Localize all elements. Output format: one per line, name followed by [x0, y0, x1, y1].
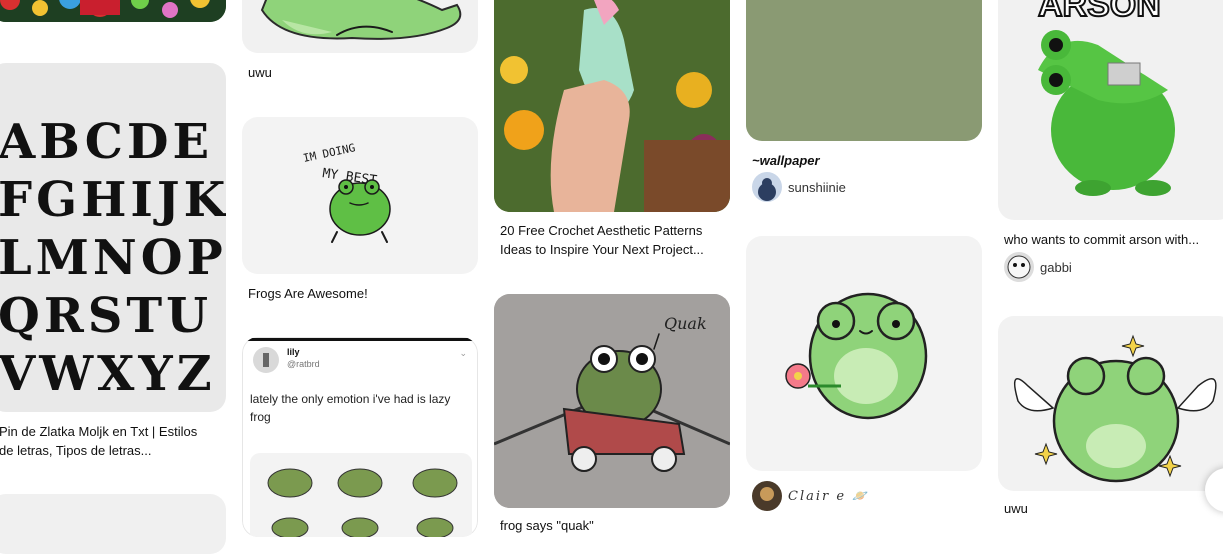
- pin-image-bottom-col1[interactable]: [0, 494, 226, 554]
- alphabet-row: QRSTU: [0, 288, 212, 344]
- planet-icon: 🪐: [852, 488, 869, 503]
- avatar: [752, 172, 782, 202]
- pin-image-quak[interactable]: Quak: [494, 294, 730, 508]
- pin-image-arson[interactable]: ARSON: [998, 0, 1223, 220]
- alphabet-row: LMNOP: [0, 230, 226, 286]
- pin-image-christmas[interactable]: [0, 0, 226, 22]
- pin-title-line: 20 Free Crochet Aesthetic Patterns: [500, 223, 703, 238]
- pin-image-font-alphabet[interactable]: ABCDE FGHIJK LMNOP QRSTU VWXYZ: [0, 63, 226, 412]
- flower-frog-illustration: [785, 292, 928, 420]
- pin-title-frogs-awesome[interactable]: Frogs Are Awesome!: [248, 284, 368, 303]
- pin-title-arson[interactable]: who wants to commit arson with...: [1004, 230, 1199, 249]
- tweet-display-name: lily: [287, 347, 300, 357]
- tweet-frog-image: [250, 453, 472, 537]
- tweet-top-bar: [243, 338, 477, 341]
- pin-image-wallpaper[interactable]: [746, 0, 982, 141]
- christmas-lights-image: [0, 0, 226, 22]
- pin-image-frogs-awesome[interactable]: IM DOING MY BEST: [242, 117, 478, 274]
- tweet-text: lately the only emotion i've had is lazy…: [250, 392, 451, 424]
- pin-image-flower-frog[interactable]: [746, 236, 982, 471]
- avatar: [752, 481, 782, 511]
- pin-title-line: Ideas to Inspire Your Next Project...: [500, 242, 704, 257]
- pin-title-wallpaper[interactable]: ~wallpaper: [752, 151, 820, 170]
- pin-title-crochet[interactable]: 20 Free Crochet Aesthetic Patterns Ideas…: [500, 221, 732, 259]
- alphabet-letters: ABCDE FGHIJK LMNOP QRSTU VWXYZ: [0, 113, 226, 403]
- pin-image-tweet[interactable]: lily @ratbrd ⌄ lately the only emotion i…: [242, 337, 478, 537]
- pin-image-angel-frog[interactable]: [998, 316, 1223, 491]
- creator-sunshiinie[interactable]: sunshiinie: [752, 172, 846, 202]
- creator-claire[interactable]: Clair e 🪐: [752, 481, 868, 511]
- art-text: ARSON: [1038, 0, 1161, 24]
- creator-gabbi[interactable]: gabbi: [1004, 252, 1072, 282]
- pin-title-line: Pin de Zlatka Moljk en Txt | Estilos: [0, 424, 198, 439]
- art-text: Quak: [664, 314, 707, 333]
- frog-lying-illustration: [260, 0, 462, 40]
- pin-title-angel-frog[interactable]: uwu: [1004, 499, 1028, 518]
- alphabet-row: ABCDE: [0, 114, 214, 170]
- creator-name: gabbi: [1040, 259, 1072, 275]
- pin-title-line: de letras, Tipos de letras...: [0, 443, 152, 458]
- pin-image-frog-lying[interactable]: [242, 0, 478, 53]
- frog-doing-best-illustration: IM DOING MY BEST: [302, 141, 391, 243]
- crochet-photo: [494, 0, 730, 212]
- tweet-handle: @ratbrd: [287, 359, 320, 369]
- frog-in-car-illustration: Quak: [494, 294, 730, 508]
- tweet-card: lily @ratbrd ⌄ lately the only emotion i…: [242, 337, 478, 537]
- chevron-down-icon: ⌄: [459, 348, 467, 358]
- tweet-avatar: [253, 347, 279, 373]
- art-text: IM DOING: [302, 141, 357, 165]
- alphabet-row: VWXYZ: [0, 346, 216, 402]
- creator-name: sunshiinie: [788, 179, 846, 195]
- alphabet-row: FGHIJK: [0, 172, 226, 228]
- pin-title-font[interactable]: Pin de Zlatka Moljk en Txt | Estilos de …: [0, 422, 231, 460]
- angel-frog-illustration: [1013, 334, 1217, 483]
- pin-title-uwu[interactable]: uwu: [248, 63, 272, 82]
- avatar: [1004, 252, 1034, 282]
- frog-lighter-photo: ARSON: [1037, 0, 1175, 196]
- pin-image-crochet[interactable]: [494, 0, 730, 212]
- creator-name: Clair e: [788, 488, 847, 504]
